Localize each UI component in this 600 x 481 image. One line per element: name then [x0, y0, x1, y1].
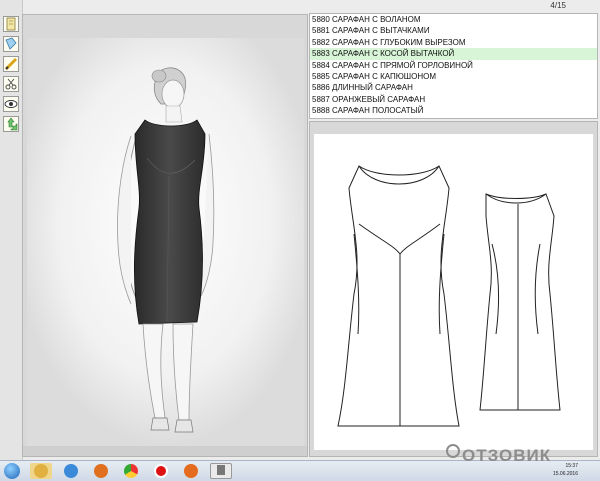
watermark-text: ОТЗОВИК [462, 446, 552, 465]
document-tool-button[interactable] [3, 16, 19, 32]
list-item[interactable]: 5887 ОРАНЖЕВЫЙ САРАФАН [310, 94, 597, 105]
watermark-logo-icon [446, 444, 460, 458]
pencil-icon [4, 57, 18, 71]
pattern-pieces-tool-button[interactable] [3, 36, 19, 52]
technical-drawing-canvas [314, 134, 593, 450]
tray-date: 15.06.2016 [552, 471, 578, 477]
list-item[interactable]: 5880 САРАФАН С ВОЛАНОМ [310, 14, 597, 25]
firefox-icon[interactable] [180, 463, 202, 479]
scissors-tool-button[interactable] [3, 76, 19, 92]
list-item[interactable]: 5884 САРАФАН С ПРЯМОЙ ГОРЛОВИНОЙ [310, 60, 597, 71]
chrome-icon[interactable] [120, 463, 142, 479]
model-preview-panel [22, 14, 308, 457]
dress-on-model-illustration [27, 38, 304, 446]
model-list[interactable]: 5880 САРАФАН С ВОЛАНОМ 5881 САРАФАН С ВЫТ… [309, 13, 598, 119]
explorer-icon[interactable] [30, 463, 52, 479]
scissors-icon [5, 78, 17, 90]
tray-time: 15:37 [565, 463, 578, 469]
list-item[interactable]: 5882 САРАФАН С ГЛУБОКИМ ВЫРЕЗОМ [310, 37, 597, 48]
pattern-pieces-icon [5, 37, 17, 50]
list-item[interactable]: 5885 САРАФАН С КАПЮШОНОМ [310, 71, 597, 82]
eye-icon [4, 100, 18, 108]
start-button[interactable] [4, 463, 20, 479]
preview-footer-bar [23, 446, 307, 456]
document-icon [6, 17, 16, 31]
list-item[interactable]: 5888 САРАФАН ПОЛОСАТЫЙ [310, 105, 597, 116]
back-view-outline [479, 193, 561, 411]
cursor-arrows-icon [7, 117, 18, 131]
front-view-outline [337, 165, 460, 427]
technical-drawing-panel [309, 121, 598, 457]
model-preview-canvas [27, 38, 304, 446]
media-player-icon[interactable] [90, 463, 112, 479]
page-counter: 4/15 [550, 1, 566, 10]
opera-icon[interactable] [150, 463, 172, 479]
pattern-app-icon[interactable] [210, 463, 232, 479]
internet-explorer-icon[interactable] [60, 463, 82, 479]
left-toolbar [0, 0, 23, 460]
list-item-selected[interactable]: 5883 САРАФАН С КОСОЙ ВЫТАЧКОЙ [310, 48, 597, 60]
list-item[interactable]: 5886 ДЛИННЫЙ САРАФАН [310, 82, 597, 93]
move-tool-button[interactable] [3, 116, 19, 132]
dress-technical-drawing [337, 165, 561, 427]
pencil-tool-button[interactable] [3, 56, 19, 72]
view-tool-button[interactable] [3, 96, 19, 112]
list-item[interactable]: 5881 САРАФАН С ВЫТАЧКАМИ [310, 25, 597, 36]
